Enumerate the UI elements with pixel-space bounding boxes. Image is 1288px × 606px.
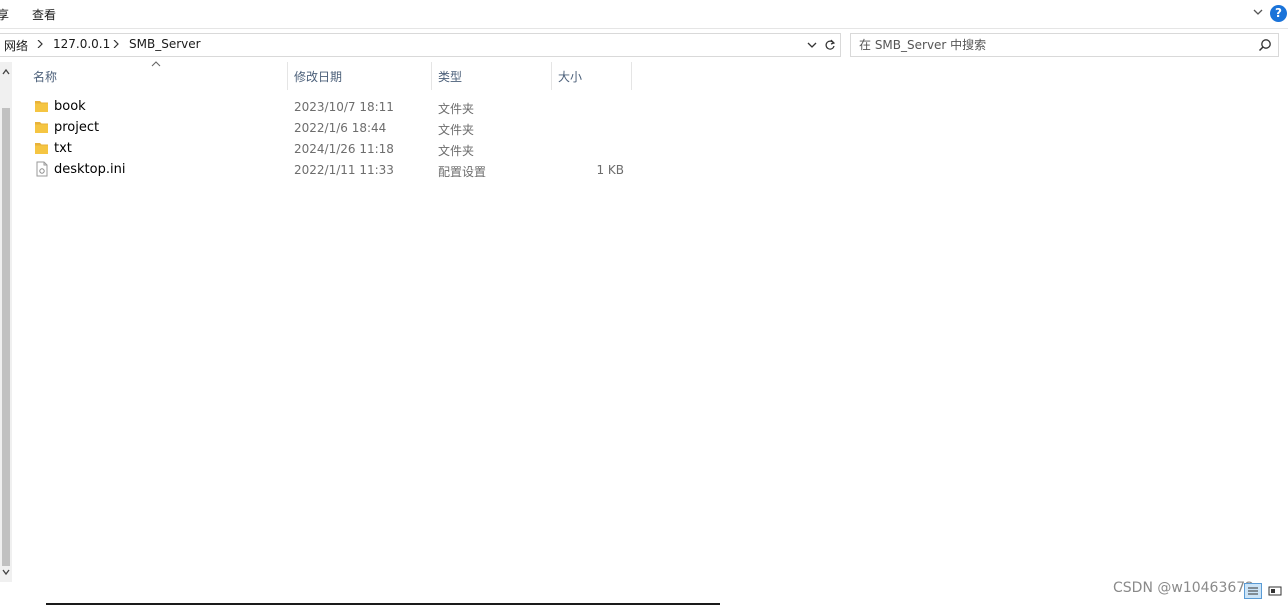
scroll-down-icon[interactable] (0, 566, 12, 578)
file-size: 1 KB (596, 163, 624, 177)
folder-icon (35, 101, 48, 112)
chevron-right-icon[interactable] (37, 40, 43, 48)
file-type: 文件夹 (438, 144, 475, 158)
file-type: 文件夹 (438, 123, 475, 137)
folder-icon (35, 143, 48, 154)
config-file-icon (36, 161, 48, 177)
chevron-down-icon[interactable] (1251, 5, 1265, 19)
file-row-book[interactable]: book 2023/10/7 18:11 文件夹 (28, 96, 632, 117)
column-header-type[interactable]: 类型 (438, 68, 462, 85)
breadcrumb-network[interactable]: 网络 (4, 37, 28, 54)
chevron-right-icon[interactable] (113, 40, 119, 48)
refresh-icon (825, 39, 836, 50)
tab-view[interactable]: 查看 (32, 6, 56, 23)
search-box[interactable] (850, 33, 1279, 57)
column-divider[interactable] (551, 62, 552, 90)
details-view-icon[interactable] (1244, 583, 1262, 599)
file-name[interactable]: txt (54, 141, 72, 156)
file-row-project[interactable]: project 2022/1/6 18:44 文件夹 (28, 117, 632, 138)
breadcrumb-host[interactable]: 127.0.0.1 (53, 37, 110, 51)
column-divider[interactable] (287, 62, 288, 90)
file-row-txt[interactable]: txt 2024/1/26 11:18 文件夹 (28, 138, 632, 159)
file-name[interactable]: project (54, 120, 99, 135)
breadcrumb-share[interactable]: SMB_Server (129, 37, 201, 51)
search-icon[interactable] (1258, 38, 1272, 52)
column-header-size[interactable]: 大小 (558, 68, 582, 85)
file-row-desktop-ini[interactable]: desktop.ini 2022/1/11 11:33 配置设置 1 KB (28, 159, 632, 180)
file-type: 文件夹 (438, 102, 475, 116)
scroll-up-icon[interactable] (0, 66, 12, 78)
file-date: 2024/1/26 11:18 (294, 142, 394, 156)
file-date: 2022/1/11 11:33 (294, 163, 394, 177)
watermark: CSDN @w10463672 (1113, 580, 1255, 596)
address-history-dropdown-icon[interactable] (806, 39, 818, 51)
navigation-scrollbar[interactable] (0, 62, 12, 582)
column-divider[interactable] (431, 62, 432, 90)
help-icon[interactable]: ? (1270, 5, 1287, 22)
file-name[interactable]: desktop.ini (54, 162, 125, 177)
column-divider[interactable] (631, 62, 632, 90)
column-header-name[interactable]: 名称 (33, 68, 57, 85)
ribbon-tab-share[interactable]: 享 (0, 6, 9, 23)
file-type: 配置设置 (438, 165, 487, 179)
file-name[interactable]: book (54, 99, 86, 114)
scrollbar-thumb[interactable] (2, 108, 10, 566)
large-icons-view-icon[interactable] (1266, 583, 1284, 599)
folder-icon (35, 122, 48, 133)
address-bar[interactable]: 网络 127.0.0.1 SMB_Server (0, 33, 822, 57)
sort-ascending-icon (151, 61, 161, 67)
search-input[interactable] (859, 36, 1249, 54)
file-date: 2022/1/6 18:44 (294, 121, 387, 135)
horizontal-scrollbar[interactable] (46, 603, 720, 605)
refresh-button[interactable] (820, 33, 841, 57)
column-header-date[interactable]: 修改日期 (294, 68, 342, 85)
ribbon-tabs: 享 查看 ? (0, 0, 1288, 29)
file-date: 2023/10/7 18:11 (294, 100, 394, 114)
